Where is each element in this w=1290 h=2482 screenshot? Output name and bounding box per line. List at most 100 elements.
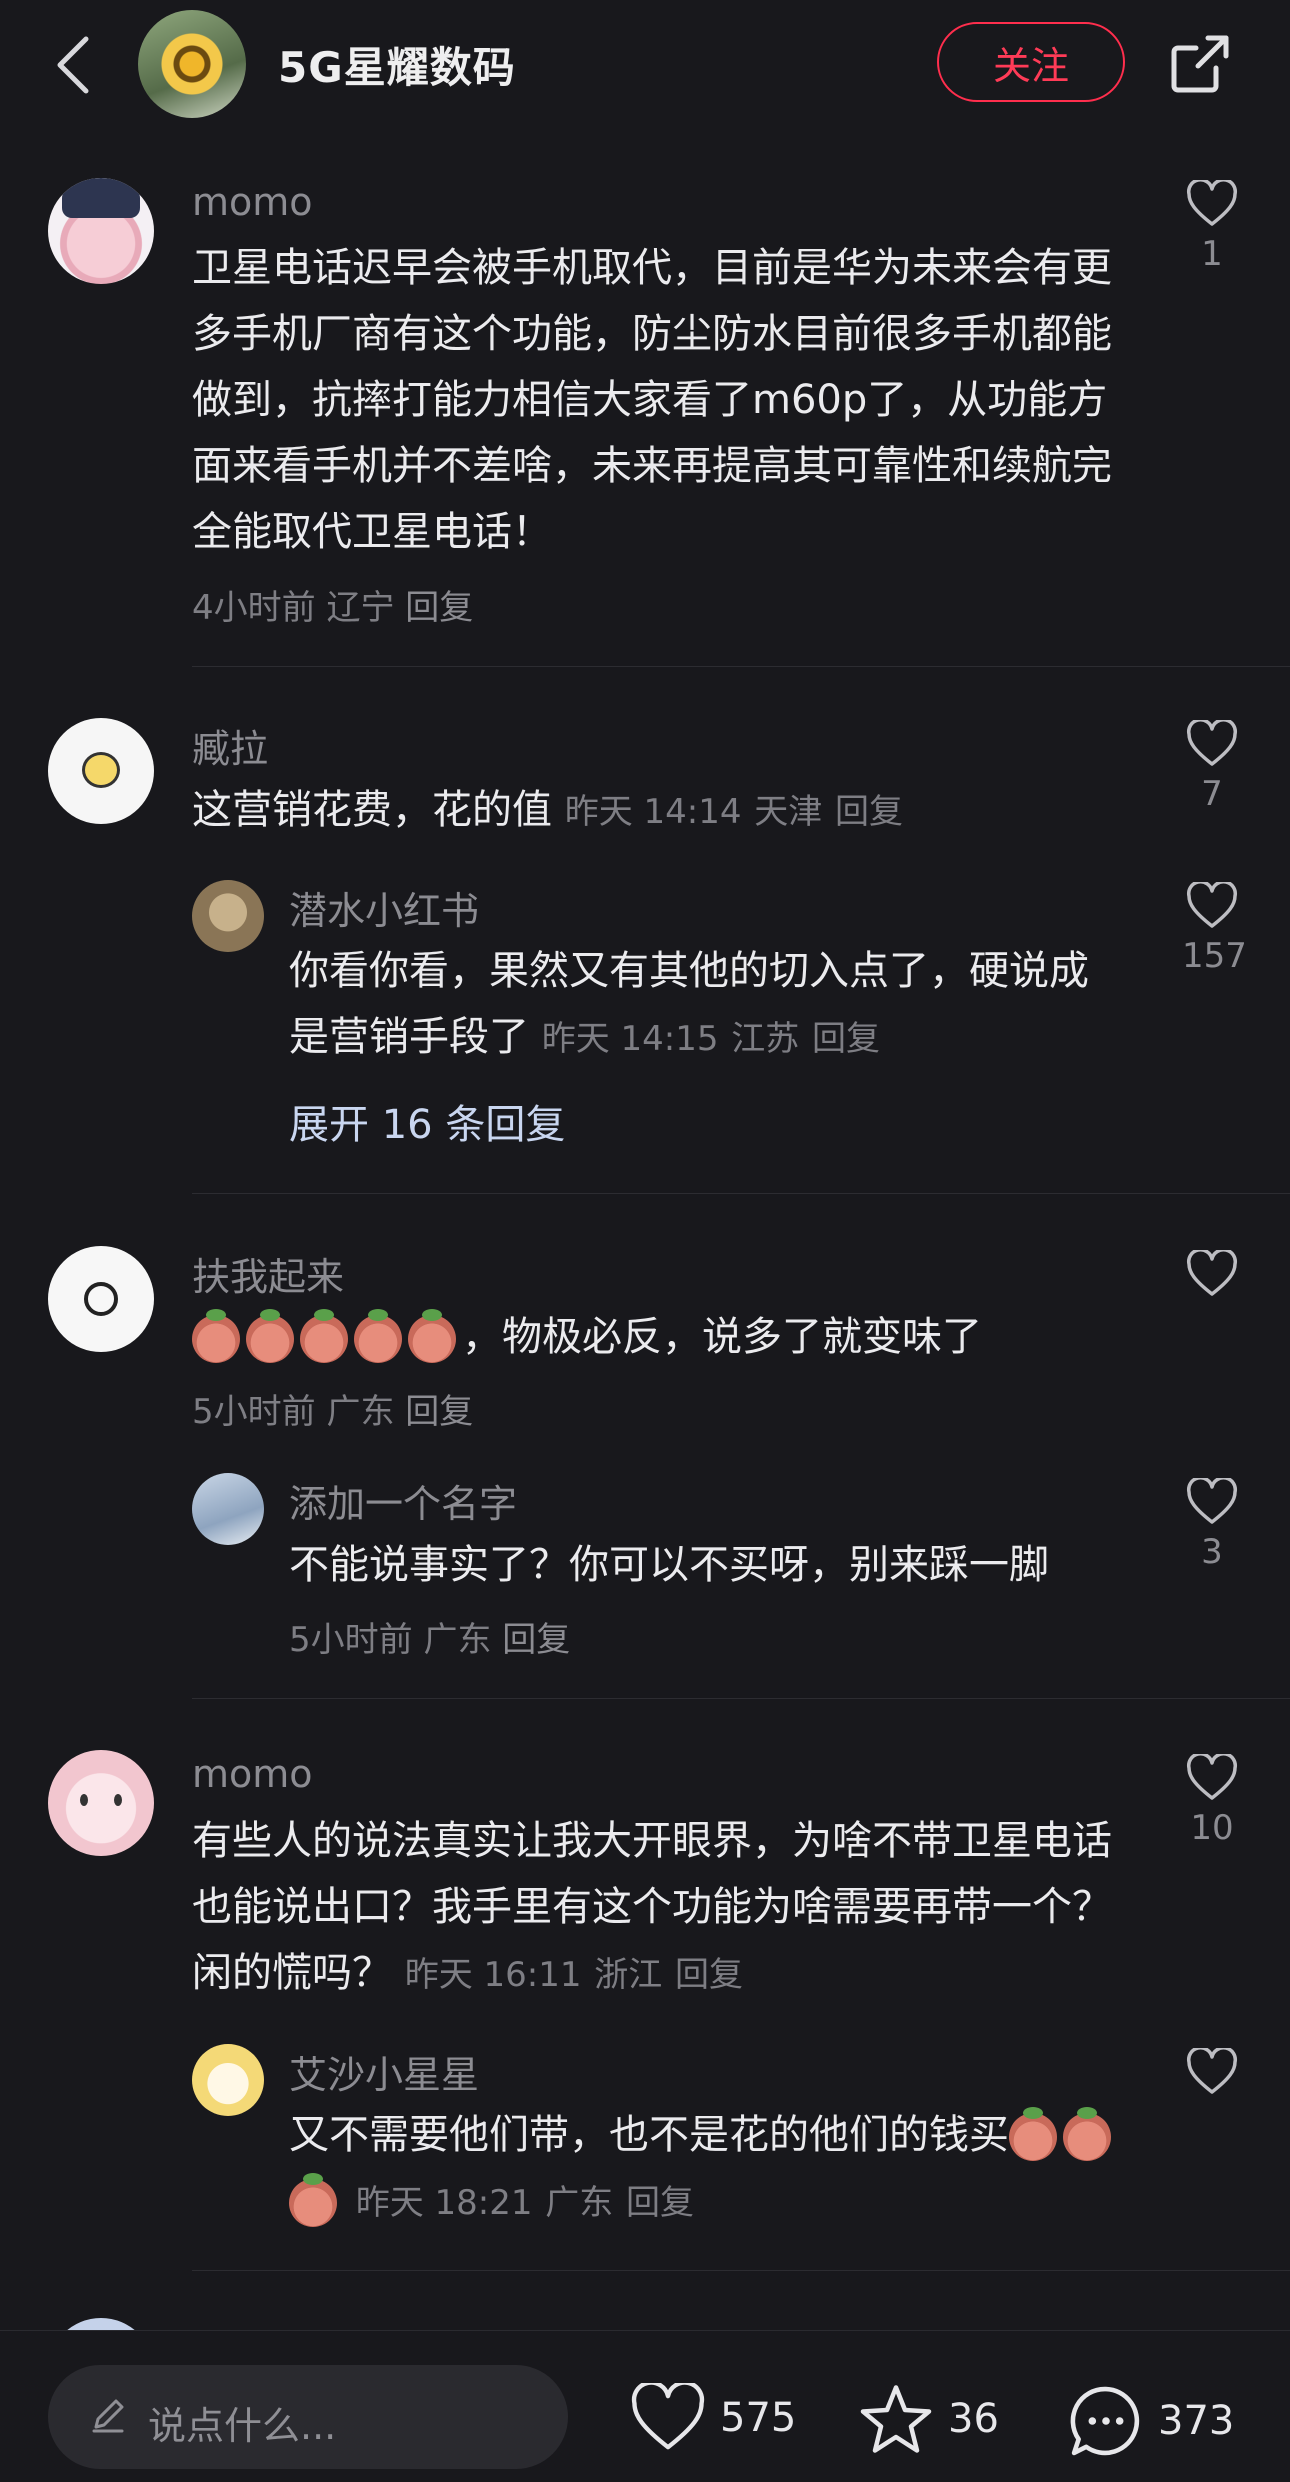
- heart-icon: [1186, 882, 1238, 928]
- reply-button[interactable]: 回复: [626, 2183, 694, 2223]
- follow-button[interactable]: 关注: [937, 22, 1125, 102]
- like-button[interactable]: 1: [1182, 180, 1242, 274]
- reply-button[interactable]: 回复: [835, 792, 903, 832]
- comment-location: 广东: [545, 2183, 614, 2223]
- emoji-sticker: [1063, 2107, 1111, 2161]
- emoji-sticker: [408, 1309, 456, 1363]
- comment-text: 你看你看，果然又有其他的切入点了，硬说成是营销手段了 昨天 14:15 江苏 回…: [289, 938, 1119, 1072]
- share-button[interactable]: [1168, 32, 1232, 96]
- top-bar: 5G星耀数码 关注: [0, 0, 1290, 130]
- comment-text: 不能说事实了？你可以不买呀，别来踩一脚: [289, 1532, 1119, 1598]
- emoji-sticker: [192, 1309, 240, 1363]
- comment-text: 卫星电话迟早会被手机取代，目前是华为未来会有更多手机厂商有这个功能，防尘防水目前…: [192, 235, 1112, 565]
- like-count: 10: [1190, 1808, 1234, 1848]
- like-total: 575: [720, 2395, 797, 2441]
- expand-replies-link[interactable]: 展开 16 条回复: [289, 1092, 565, 1150]
- username[interactable]: momo: [192, 180, 313, 224]
- username[interactable]: 潜水小红书: [289, 880, 479, 935]
- comment-input[interactable]: 说点什么...: [48, 2365, 568, 2469]
- comment-time: 5小时前: [192, 1392, 316, 1432]
- heart-icon: [1186, 2048, 1238, 2094]
- like-button[interactable]: 7: [1182, 720, 1242, 814]
- pencil-icon: [92, 2399, 124, 2433]
- like-count: 3: [1201, 1532, 1223, 1572]
- back-button[interactable]: [48, 30, 98, 100]
- comment-meta: 5小时前 广东 回复: [192, 1384, 473, 1433]
- emoji-sticker: [300, 1309, 348, 1363]
- comment-text: 有些人的说法真实让我大开眼界，为啥不带卫星电话也能说出口？我手里有这个功能为啥需…: [192, 1808, 1112, 2008]
- like-count: 1: [1201, 234, 1223, 274]
- like-button[interactable]: 10: [1182, 1754, 1242, 1848]
- comment-body: 又不需要他们带，也不是花的他们的钱买: [289, 2112, 1009, 2158]
- like-button[interactable]: [1182, 1250, 1242, 1304]
- user-avatar[interactable]: [192, 880, 264, 952]
- divider: [192, 1193, 1290, 1194]
- comment-body: 不能说事实了？你可以不买呀，别来踩一脚: [289, 1542, 1049, 1588]
- collect-total: 36: [948, 2396, 999, 2442]
- comment-total: 373: [1158, 2398, 1235, 2444]
- user-avatar[interactable]: [48, 1246, 154, 1352]
- divider: [192, 666, 1290, 667]
- comment-time: 4小时前: [192, 588, 316, 628]
- comment-text: ，物极必反，说多了就变味了: [192, 1304, 1112, 1370]
- comment-location: 广东: [326, 1392, 395, 1432]
- like-button[interactable]: 3: [1182, 1478, 1242, 1572]
- heart-icon: [1186, 1478, 1238, 1524]
- emoji-sticker: [1009, 2107, 1057, 2161]
- collect-stat-button[interactable]: 36: [858, 2383, 999, 2455]
- user-avatar[interactable]: [192, 1473, 264, 1545]
- heart-icon: [1186, 1250, 1238, 1296]
- reply-button[interactable]: 回复: [405, 1392, 473, 1432]
- username[interactable]: momo: [192, 1752, 313, 1796]
- heart-icon: [1186, 180, 1238, 226]
- user-avatar[interactable]: [48, 178, 154, 284]
- username[interactable]: 添加一个名字: [289, 1473, 517, 1528]
- username[interactable]: 扶我起来: [192, 1246, 344, 1301]
- emoji-sticker: [246, 1309, 294, 1363]
- reply-button[interactable]: 回复: [675, 1955, 743, 1995]
- comment-meta: 5小时前 广东 回复: [289, 1612, 570, 1661]
- comment-time: 昨天 18:21: [355, 2183, 533, 2223]
- comment-stat-button[interactable]: 373: [1068, 2383, 1234, 2459]
- comment-location: 江苏: [731, 1019, 800, 1059]
- emoji-sticker: [289, 2173, 337, 2227]
- reply-button[interactable]: 回复: [405, 588, 473, 628]
- comment-time: 5小时前: [289, 1620, 413, 1660]
- comment-text: 又不需要他们带，也不是花的他们的钱买 昨天 18:21 广东 回复: [289, 2102, 1129, 2236]
- heart-icon: [1186, 720, 1238, 766]
- comment-location: 辽宁: [326, 588, 395, 628]
- comment-body: 这营销花费，花的值: [192, 787, 552, 833]
- divider: [192, 2270, 1290, 2271]
- star-icon: [860, 2385, 932, 2453]
- comment-location: 浙江: [594, 1955, 663, 1995]
- user-avatar[interactable]: [48, 718, 154, 824]
- comment-body: ，物极必反，说多了就变味了: [462, 1314, 982, 1360]
- comment-bubble-icon: [1070, 2386, 1140, 2456]
- comment-location: 天津: [754, 792, 823, 832]
- reply-button[interactable]: 回复: [502, 1620, 570, 1660]
- share-icon: [1171, 35, 1229, 93]
- like-button[interactable]: 157: [1182, 882, 1247, 976]
- channel-name[interactable]: 5G星耀数码: [278, 34, 516, 95]
- user-avatar[interactable]: [192, 2044, 264, 2116]
- comment-input-placeholder: 说点什么...: [148, 2404, 337, 2448]
- chevron-left-icon: [57, 36, 89, 94]
- comment-text: 这营销花费，花的值 昨天 14:14 天津 回复: [192, 777, 1112, 845]
- username[interactable]: 臧拉: [192, 718, 268, 773]
- comment-location: 广东: [423, 1620, 492, 1660]
- like-count: 157: [1182, 936, 1247, 976]
- comment-time: 昨天 14:15: [541, 1019, 719, 1059]
- divider: [192, 1698, 1290, 1699]
- like-button[interactable]: [1182, 2048, 1242, 2102]
- like-stat-button[interactable]: 575: [630, 2383, 796, 2453]
- like-count: 7: [1201, 774, 1223, 814]
- comment-body: 卫星电话迟早会被手机取代，目前是华为未来会有更多手机厂商有这个功能，防尘防水目前…: [192, 245, 1112, 555]
- channel-avatar[interactable]: [138, 10, 246, 118]
- username[interactable]: 艾沙小星星: [289, 2044, 479, 2099]
- bottom-action-bar: 说点什么... 575 36 373: [0, 2330, 1290, 2482]
- emoji-sticker: [354, 1309, 402, 1363]
- reply-button[interactable]: 回复: [812, 1019, 880, 1059]
- comment-time: 昨天 14:14: [564, 792, 742, 832]
- user-avatar[interactable]: [48, 1750, 154, 1856]
- heart-icon: [1186, 1754, 1238, 1800]
